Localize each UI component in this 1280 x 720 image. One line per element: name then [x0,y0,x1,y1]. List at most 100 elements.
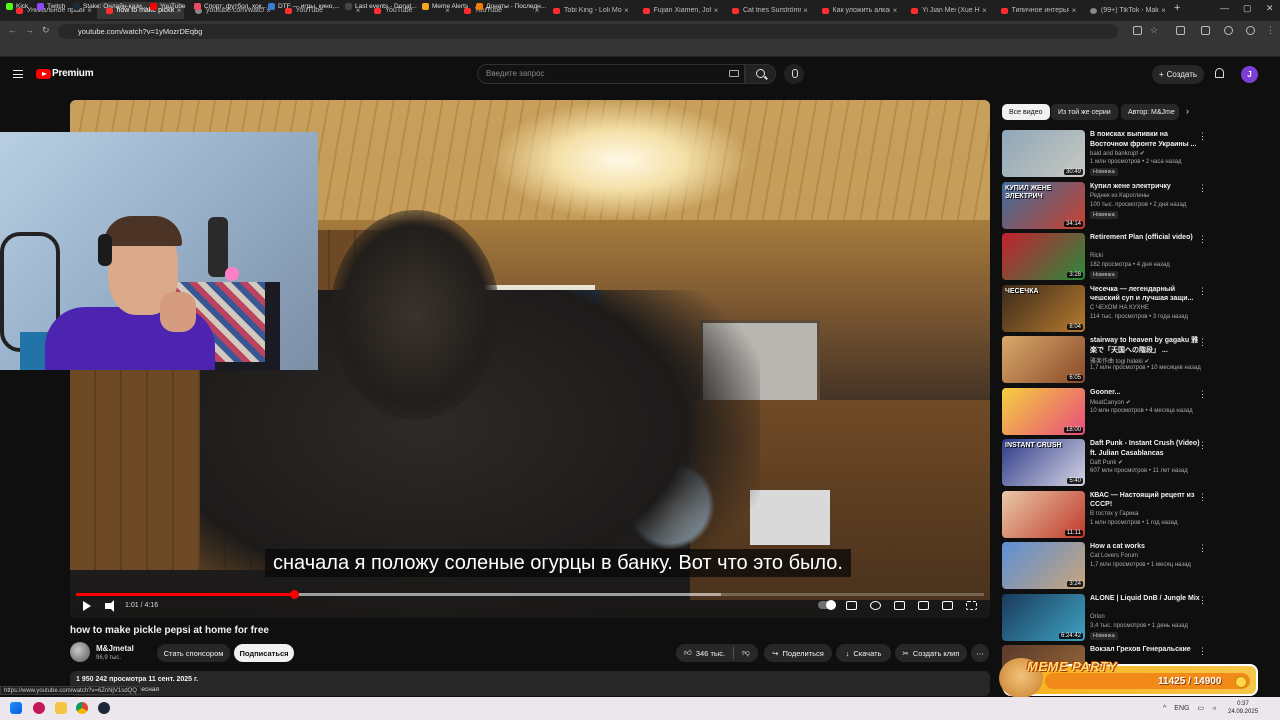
browser-tab[interactable]: Tobi King - Loli Mo × [544,2,632,19]
channel-name[interactable]: M&Jmetal [96,644,134,653]
network-icon[interactable]: ▭ [1197,704,1204,712]
bookmark-item[interactable]: Stake: Онлайн-кази... [73,3,147,10]
more-actions-button[interactable]: ⋯ [971,644,989,662]
close-tab-icon[interactable]: × [711,6,721,15]
video-thumbnail[interactable]: INSTANT CRUSH 5:40 [1002,439,1085,486]
more-options-icon[interactable]: ⋮ [1198,543,1207,554]
description-box[interactable] [70,671,990,696]
recommendation-title[interactable]: Gooner... [1090,388,1202,398]
progress-bar[interactable] [76,590,984,599]
close-tab-icon[interactable]: × [1069,6,1079,15]
create-clip-button[interactable]: ✂ Создать клип [895,644,967,662]
menu-icon[interactable] [13,70,23,78]
recommendation-item[interactable]: 3:28 Retirement Plan (official video) Rick… [1002,233,1272,281]
bookmark-item[interactable]: Донаты - Последн... [476,3,546,10]
video-thumbnail[interactable]: ЧЕСЕЧКА 8:04 [1002,284,1085,332]
like-dislike-group[interactable]: 👍︎ 346 тыс. 👎︎ [676,644,758,662]
new-tab-button[interactable]: + [1174,2,1180,14]
join-sponsor-button[interactable]: Стать спонсором [157,644,230,662]
close-tab-icon[interactable]: × [801,6,811,15]
keyboard-icon[interactable] [729,70,739,77]
video-thumbnail[interactable]: КУПИЛ ЖЕНЕ ЭЛЕКТРИЧ 34:14 [1002,181,1085,229]
more-options-icon[interactable]: ⋮ [1198,492,1207,503]
recommendation-title[interactable]: ALONE | Liquid DnB / Jungle Mix [1090,594,1202,604]
create-button[interactable]: + Создать [1152,65,1204,84]
recommendation-title[interactable]: Daft Punk - Instant Crush (Video) ft. Ju… [1090,439,1202,458]
recommendation-channel[interactable]: Реднек из Кароглины [1090,193,1149,199]
progress-scrubber[interactable] [289,590,299,599]
recommendation-title[interactable]: Чесечка — легендарный чешский суп и лучш… [1090,285,1202,304]
more-options-icon[interactable]: ⋮ [1198,595,1207,606]
video-thumbnail[interactable]: 3:28 [1002,233,1085,280]
notifications-bell-icon[interactable] [1215,68,1224,78]
autoplay-toggle[interactable] [818,600,836,610]
recommendation-item[interactable]: 18:00 Gooner... MeatCanyon ✔ 10 млн просмот… [1002,387,1272,436]
recommendation-channel[interactable]: 雅楽作曲 togi hideki ✔ [1090,356,1149,365]
close-window-button[interactable]: ✕ [1266,3,1274,14]
theater-mode-icon[interactable] [918,601,929,610]
clock[interactable]: 0:37 24.09.2025 [1228,700,1258,716]
recommendation-title[interactable]: КВАС — Настоящий рецепт из СССР! [1090,491,1202,510]
recommendation-title[interactable]: stairway to heaven by gagaku 雅楽で「天国への階段」… [1090,336,1202,355]
close-tab-icon[interactable]: × [1159,6,1169,15]
yandex-icon[interactable] [33,702,45,714]
video-thumbnail[interactable]: 18:00 [1002,387,1085,435]
close-tab-icon[interactable]: × [622,6,632,15]
maximize-button[interactable]: ▢ [1243,3,1252,14]
volume-icon[interactable] [105,600,114,612]
miniplayer-icon[interactable] [894,601,905,610]
bookmark-item[interactable]: DTF — игры, кино,... [268,3,340,10]
recommendation-item[interactable]: 6:05 stairway to heaven by gagaku 雅楽で「天国へ… [1002,336,1272,384]
recommendation-item[interactable]: ЧЕСЕЧКА 8:04 Чесечка — легендарный чешский… [1002,284,1272,333]
recommendation-channel[interactable]: Orion [1090,614,1105,620]
reload-icon[interactable]: ↻ [42,25,50,36]
recommendation-title[interactable]: Retirement Plan (official video) [1090,233,1202,243]
chip-all-videos[interactable]: Все видео [1002,104,1050,120]
chip-author[interactable]: Автор: M&Jme [1121,104,1179,120]
video-thumbnail[interactable]: 3:24 [1002,542,1085,589]
browser-tab[interactable]: Fujian Xiamen, Joh × [634,2,722,19]
recommendation-channel[interactable]: Daft Punk ✔ [1090,459,1123,466]
recommendation-channel[interactable]: С ЧЕХОМ НА КУХНЕ [1090,305,1149,311]
bookmark-item[interactable]: Спорт: футбол, хок... [194,3,267,10]
thumbs-down-icon[interactable]: 👎︎ [742,648,750,658]
chrome-icon[interactable] [76,702,88,714]
voice-search-button[interactable] [784,64,804,84]
recommendation-title[interactable]: В поисках выпивки на Восточном фронте Ук… [1090,130,1202,149]
extensions-icon[interactable] [1176,26,1185,35]
close-tab-icon[interactable]: × [980,6,990,15]
video-thumbnail[interactable]: 11:11 [1002,490,1085,538]
recommendation-channel[interactable]: Ricki [1090,253,1103,259]
video-thumbnail[interactable]: 6:24:42 [1002,593,1085,641]
browser-tab[interactable]: Как уложить алкаш × [813,2,901,19]
download-button[interactable]: ↓ Скачать [836,644,891,662]
tray-chevron-icon[interactable]: ^ [1163,705,1166,712]
steam-icon[interactable] [98,702,110,714]
youtube-logo-icon[interactable] [36,69,51,79]
chevron-right-icon[interactable]: › [1186,106,1189,116]
more-options-icon[interactable]: ⋮ [1198,440,1207,451]
bookmark-item[interactable]: Twitch [37,3,65,10]
settings-gear-icon[interactable] [870,601,881,610]
minimize-button[interactable]: — [1220,3,1229,13]
recommendation-item[interactable]: 30:49 В поисках выпивки на Восточном фрон… [1002,130,1272,178]
cast-icon[interactable] [942,601,953,610]
browser-tab[interactable]: Cat tries Surströmm × [723,2,811,19]
video-thumbnail[interactable]: 6:05 [1002,336,1085,383]
chip-same-series[interactable]: Из той же серии [1051,104,1118,120]
more-options-icon[interactable]: ⋮ [1198,646,1207,657]
recommendation-channel[interactable]: bald and bankrupt ✔ [1090,150,1145,157]
browser-menu-icon[interactable]: ⋮ [1266,25,1275,36]
browser-tab[interactable]: Типичное интерья × [992,2,1080,19]
language-indicator[interactable]: ENG [1174,705,1189,712]
bookmark-item[interactable]: YouTube [150,3,186,10]
video-thumbnail[interactable]: 30:49 [1002,130,1085,177]
back-icon[interactable]: ← [8,25,17,35]
recommendation-item[interactable]: INSTANT CRUSH 5:40 Daft Punk - Instant Cru… [1002,439,1272,487]
recommendation-channel[interactable]: В гостях у Гарика [1090,511,1138,517]
bookmark-star-icon[interactable]: ☆ [1150,25,1158,36]
search-button[interactable] [745,64,776,84]
more-options-icon[interactable]: ⋮ [1198,389,1207,400]
search-input[interactable]: Введите запрос [477,64,745,84]
cast-icon[interactable] [1133,26,1142,35]
